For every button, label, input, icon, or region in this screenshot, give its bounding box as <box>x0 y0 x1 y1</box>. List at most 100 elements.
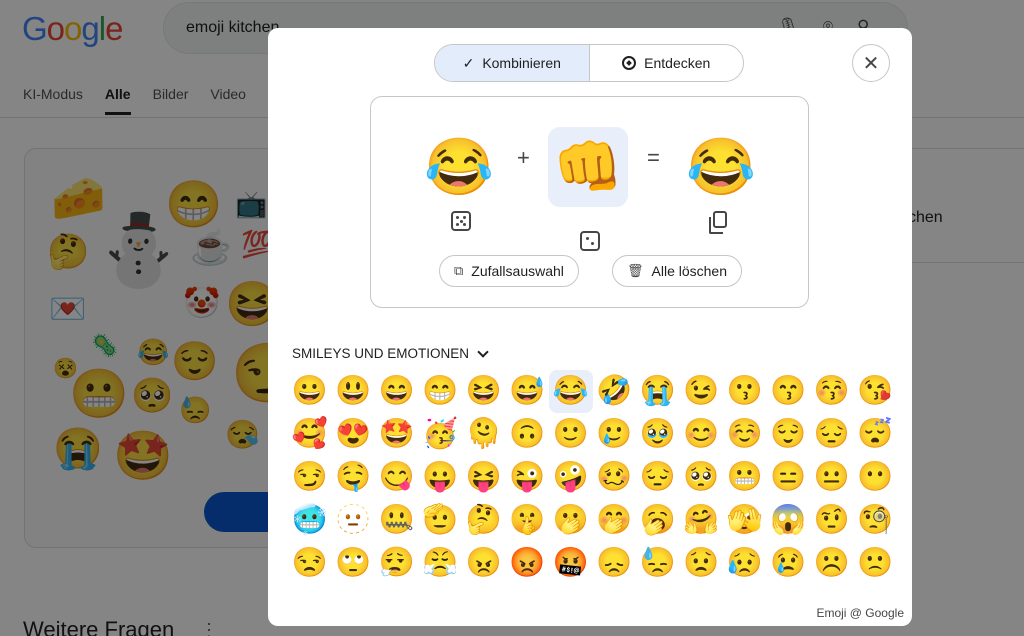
emoji-option[interactable]: 😢 <box>767 542 811 585</box>
emoji-option[interactable]: 😗 <box>723 370 767 413</box>
emoji-option[interactable]: 😜 <box>506 456 550 499</box>
emoji-option[interactable]: 🥹 <box>636 413 680 456</box>
emoji-credit: Emoji @ Google <box>816 606 904 620</box>
check-icon: ✓ <box>462 54 475 71</box>
emoji-option[interactable]: 🤨 <box>810 499 854 542</box>
emoji-option[interactable]: 😚 <box>810 370 854 413</box>
emoji-option[interactable]: 😁 <box>419 370 463 413</box>
category-label: SMILEYS UND EMOTIONEN <box>292 346 470 361</box>
randomize-right-dice-icon[interactable] <box>580 231 600 251</box>
emoji-option[interactable]: 😀 <box>288 370 332 413</box>
trash-icon: 🗑 <box>627 263 644 278</box>
close-icon: ✕ <box>862 52 880 75</box>
clear-all-button[interactable]: 🗑 Alle löschen <box>612 255 743 287</box>
copy-icon[interactable] <box>709 211 727 234</box>
category-dropdown[interactable]: SMILEYS UND EMOTIONEN <box>292 345 489 361</box>
emoji-option[interactable]: 😛 <box>419 456 463 499</box>
emoji-option[interactable]: 😊 <box>680 413 724 456</box>
mix-result-emoji[interactable]: 😂 <box>681 127 761 207</box>
emoji-option[interactable]: 🙁 <box>854 542 895 585</box>
emoji-option[interactable]: 😙 <box>767 370 811 413</box>
emoji-option[interactable]: 😑 <box>767 456 811 499</box>
emoji-option[interactable]: 😋 <box>375 456 419 499</box>
emoji-option[interactable]: 😠 <box>462 542 506 585</box>
emoji-option[interactable]: 😞 <box>593 542 637 585</box>
emoji-option[interactable]: 🤗 <box>680 499 724 542</box>
equals-sign: = <box>647 145 660 170</box>
emoji-option[interactable]: 🙄 <box>332 542 376 585</box>
randomize-left-dice-icon[interactable] <box>451 211 471 231</box>
tab-entdecken-label: Entdecken <box>644 55 711 71</box>
emoji-option[interactable]: 😒 <box>288 542 332 585</box>
emoji-option[interactable]: 🤐 <box>375 499 419 542</box>
emoji-option[interactable]: 🥱 <box>636 499 680 542</box>
emoji-option[interactable]: 🤫 <box>506 499 550 542</box>
emoji-option[interactable]: 😬 <box>723 456 767 499</box>
emoji-option[interactable]: 😐 <box>810 456 854 499</box>
emoji-option[interactable]: 😅 <box>506 370 550 413</box>
compass-icon <box>622 56 637 70</box>
emoji-option[interactable]: 😱 <box>767 499 811 542</box>
mix-right-emoji[interactable]: 👊 <box>548 127 628 207</box>
emoji-option[interactable]: ☺️ <box>723 413 767 456</box>
plus-sign: + <box>517 145 530 170</box>
emoji-option[interactable]: 😥 <box>723 542 767 585</box>
emoji-option[interactable]: 🤤 <box>332 456 376 499</box>
emoji-option[interactable]: 😏 <box>288 456 332 499</box>
emoji-option[interactable]: 😴 <box>854 413 895 456</box>
emoji-option[interactable]: 🫡 <box>419 499 463 542</box>
emoji-option[interactable]: 🥰 <box>288 413 332 456</box>
emoji-option[interactable]: 😤 <box>419 542 463 585</box>
tab-kombinieren[interactable]: ✓ Kombinieren <box>435 45 590 81</box>
mix-card: 😂 + 👊 = 😂 ⧉ Zufallsauswahl 🗑 Alle lösche… <box>370 96 809 308</box>
emoji-option[interactable]: 😆 <box>462 370 506 413</box>
emoji-option[interactable]: 🫠 <box>462 413 506 456</box>
emoji-option[interactable]: 🤭 <box>593 499 637 542</box>
emoji-option[interactable]: 🤔 <box>462 499 506 542</box>
emoji-option[interactable]: 🤪 <box>549 456 593 499</box>
emoji-option[interactable]: 😌 <box>767 413 811 456</box>
emoji-option[interactable]: 🥲 <box>593 413 637 456</box>
emoji-option[interactable]: 😡 <box>506 542 550 585</box>
emoji-option[interactable]: 😂 <box>549 370 593 413</box>
emoji-option[interactable]: 😭 <box>636 370 680 413</box>
tab-kombinieren-label: Kombinieren <box>482 55 561 71</box>
emoji-option[interactable]: 😍 <box>332 413 376 456</box>
emoji-kitchen-dialog: ✓ Kombinieren Entdecken ✕ 😂 + 👊 = 😂 ⧉ Zu… <box>268 28 912 626</box>
emoji-option[interactable]: 🥶 <box>288 499 332 542</box>
emoji-option[interactable]: 😘 <box>854 370 895 413</box>
emoji-option[interactable]: ☹️ <box>810 542 854 585</box>
emoji-option[interactable]: 🙃 <box>506 413 550 456</box>
emoji-option[interactable]: 🫣 <box>723 499 767 542</box>
close-button[interactable]: ✕ <box>852 44 890 82</box>
emoji-option[interactable]: 😉 <box>680 370 724 413</box>
emoji-option[interactable]: 🫥 <box>332 499 376 542</box>
shuffle-icon: ⧉ <box>454 263 464 278</box>
emoji-option[interactable]: 🤬 <box>549 542 593 585</box>
chevron-down-icon <box>477 345 489 358</box>
emoji-option[interactable]: 🙂 <box>549 413 593 456</box>
clear-all-label: Alle löschen <box>651 263 728 279</box>
emoji-option[interactable]: 🫢 <box>549 499 593 542</box>
random-selection-label: Zufallsauswahl <box>471 263 564 279</box>
emoji-option[interactable]: 😶 <box>854 456 895 499</box>
emoji-grid: 😀 😃 😄 😁 😆 😅 😂 🤣 😭 😉 😗 😙 😚 😘 🥰 😍 🤩 🥳 🫠 🙃 🙂 🥲 🥹 😊 ☺️ 😌 😔 😴 😏 🤤 😋 😛 😝 😜 🤪 🥴 😔 🥺 😬… <box>288 370 894 603</box>
random-selection-button[interactable]: ⧉ Zufallsauswahl <box>439 255 579 287</box>
emoji-option[interactable]: 😃 <box>332 370 376 413</box>
emoji-option[interactable]: 😄 <box>375 370 419 413</box>
emoji-option[interactable]: 😓 <box>636 542 680 585</box>
emoji-option[interactable]: 🤣 <box>593 370 637 413</box>
emoji-option[interactable]: 🤩 <box>375 413 419 456</box>
emoji-option[interactable]: 😝 <box>462 456 506 499</box>
emoji-option[interactable]: 🥳 <box>419 413 463 456</box>
emoji-option[interactable]: 🥺 <box>680 456 724 499</box>
mode-switch: ✓ Kombinieren Entdecken <box>434 44 744 82</box>
mix-left-emoji[interactable]: 😂 <box>419 127 499 207</box>
emoji-option[interactable]: 😔 <box>810 413 854 456</box>
emoji-option[interactable]: 😟 <box>680 542 724 585</box>
emoji-option[interactable]: 🥴 <box>593 456 637 499</box>
emoji-option[interactable]: 😮‍💨 <box>375 542 419 585</box>
emoji-option[interactable]: 😔 <box>636 456 680 499</box>
emoji-option[interactable]: 🧐 <box>854 499 895 542</box>
tab-entdecken[interactable]: Entdecken <box>590 45 744 81</box>
